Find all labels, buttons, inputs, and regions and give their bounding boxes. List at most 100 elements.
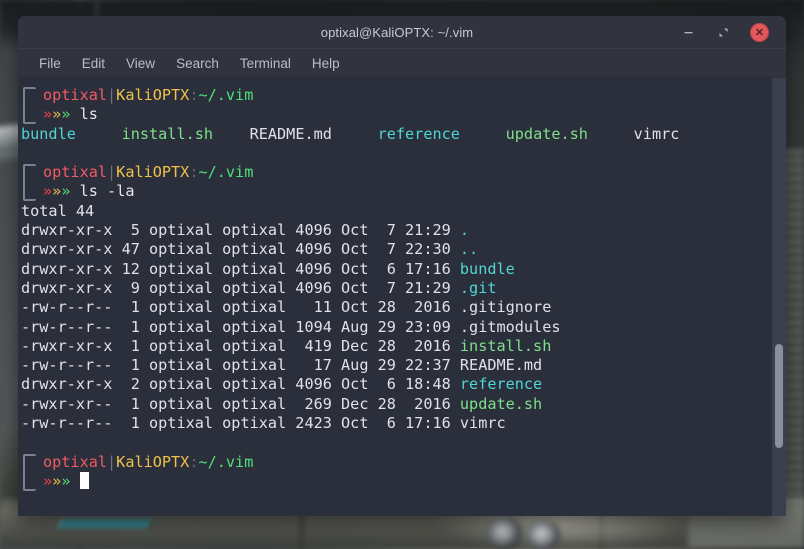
listing-name: README.md <box>459 356 543 375</box>
listing-name: .. <box>459 240 479 259</box>
prompt-line-user-host: optixal|KaliOPTX:~/.vim <box>21 86 772 105</box>
prompt-separator: | <box>107 86 117 104</box>
prompt-separator: | <box>107 452 117 471</box>
window-title: optixal@KaliOPTX: ~/.vim <box>320 24 474 40</box>
listing-name: .git <box>459 278 497 297</box>
listing-meta: drwxr-xr-x 12 optixal optixal 4096 Oct 6… <box>21 259 460 278</box>
menu-item-terminal[interactable]: Terminal <box>231 53 300 74</box>
ls-entry: install.sh <box>121 124 214 143</box>
shell-prompt: optixal|KaliOPTX:~/.vim»»» ls -la <box>21 163 772 202</box>
listing-meta: -rwxr-xr-x 1 optixal optixal 419 Dec 28 … <box>21 336 460 355</box>
table-row: drwxr-xr-x 47 optixal optixal 4096 Oct 7… <box>21 240 772 259</box>
table-row: -rw-r--r-- 1 optixal optixal 2423 Oct 6 … <box>21 414 772 433</box>
table-row: drwxr-xr-x 2 optixal optixal 4096 Oct 6 … <box>21 375 772 394</box>
prompt-host: KaliOPTX <box>116 452 190 471</box>
background-speaker-left <box>486 516 522 549</box>
prompt-path: ~/.vim <box>198 452 254 471</box>
prompt-arrow-2: » <box>52 105 62 124</box>
prompt-arrow-2: » <box>52 182 62 201</box>
listing-meta: -rw-r--r-- 1 optixal optixal 1094 Aug 29… <box>21 317 460 336</box>
ls-output-row: bundle install.sh README.md reference up… <box>21 125 772 144</box>
prompt-line-user-host: optixal|KaliOPTX:~/.vim <box>21 163 772 182</box>
listing-meta: -rw-r--r-- 1 optixal optixal 17 Aug 29 2… <box>21 356 460 375</box>
table-row: -rw-r--r-- 1 optixal optixal 1094 Aug 29… <box>21 318 772 337</box>
ls-entry: vimrc <box>633 124 680 143</box>
prompt-separator: | <box>107 163 117 182</box>
terminal-output[interactable]: optixal|KaliOPTX:~/.vim»»» ls bundle inst… <box>18 78 772 516</box>
menu-bar: File Edit View Search Terminal Help <box>18 49 786 78</box>
prompt-line-input: »»» ls -la <box>21 182 772 201</box>
prompt-host: KaliOPTX <box>116 163 190 182</box>
prompt-user: optixal <box>43 452 108 471</box>
terminal-command: ls -la <box>79 182 135 201</box>
background-speaker-right <box>526 520 560 549</box>
prompt-host: KaliOPTX <box>116 86 190 104</box>
menu-item-help[interactable]: Help <box>303 53 349 74</box>
total-line: total 44 <box>21 202 772 221</box>
table-row: -rw-r--r-- 1 optixal optixal 11 Oct 28 2… <box>21 298 772 317</box>
table-row: drwxr-xr-x 9 optixal optixal 4096 Oct 7 … <box>21 279 772 298</box>
prompt-path: ~/.vim <box>198 86 254 104</box>
menu-item-edit[interactable]: Edit <box>73 53 114 74</box>
listing-name: . <box>459 221 470 240</box>
ls-entry: update.sh <box>505 124 588 143</box>
prompt-path: ~/.vim <box>198 163 254 182</box>
table-row: -rw-r--r-- 1 optixal optixal 17 Aug 29 2… <box>21 356 772 375</box>
prompt-arrow-1: » <box>43 471 53 490</box>
maximize-button[interactable] <box>715 24 732 41</box>
ls-spacer <box>76 125 122 143</box>
window-controls: ✕ <box>680 22 786 42</box>
prompt-arrow-1: » <box>43 105 53 124</box>
prompt-frame-icon <box>23 164 36 202</box>
scrollbar-thumb[interactable] <box>775 344 783 448</box>
ls-spacer <box>588 125 634 143</box>
background-led-strip <box>58 520 152 527</box>
table-row: drwxr-xr-x 12 optixal optixal 4096 Oct 6… <box>21 260 772 279</box>
ls-spacer <box>460 125 506 143</box>
listing-meta: drwxr-xr-x 2 optixal optixal 4096 Oct 6 … <box>21 375 460 394</box>
listing-meta: drwxr-xr-x 9 optixal optixal 4096 Oct 7 … <box>21 278 460 297</box>
terminal-command: ls <box>79 105 98 124</box>
ls-entry: bundle <box>21 124 76 143</box>
prompt-user: optixal <box>43 163 108 182</box>
ls-entry: reference <box>377 124 460 143</box>
prompt-line-user-host: optixal|KaliOPTX:~/.vim <box>21 453 772 472</box>
terminal-cursor <box>79 471 89 489</box>
table-row: -rwxr-xr-x 1 optixal optixal 419 Dec 28 … <box>21 337 772 356</box>
listing-meta: -rwxr-xr-- 1 optixal optixal 269 Dec 28 … <box>21 394 460 413</box>
prompt-arrow-3: » <box>61 182 71 201</box>
title-bar[interactable]: optixal@KaliOPTX: ~/.vim ✕ <box>18 16 786 49</box>
listing-name: vimrc <box>459 414 506 433</box>
shell-prompt: optixal|KaliOPTX:~/.vim»»» ls <box>21 86 772 125</box>
prompt-frame-icon <box>23 453 36 491</box>
terminal-scrollbar[interactable] <box>772 78 786 516</box>
listing-meta: drwxr-xr-x 5 optixal optixal 4096 Oct 7 … <box>21 221 460 240</box>
listing-meta: -rw-r--r-- 1 optixal optixal 11 Oct 28 2… <box>21 298 460 317</box>
prompt-frame-icon <box>23 87 36 124</box>
prompt-user: optixal <box>43 86 108 104</box>
terminal-window: optixal@KaliOPTX: ~/.vim ✕ File Edit Vie… <box>18 16 786 516</box>
ls-spacer <box>213 125 250 143</box>
listing-meta: -rw-r--r-- 1 optixal optixal 2423 Oct 6 … <box>21 414 460 433</box>
listing-name: bundle <box>459 259 515 278</box>
table-row: -rwxr-xr-- 1 optixal optixal 269 Dec 28 … <box>21 395 772 414</box>
listing-meta: drwxr-xr-x 47 optixal optixal 4096 Oct 7… <box>21 240 460 259</box>
minimize-button[interactable] <box>680 24 697 41</box>
prompt-arrow-1: » <box>43 182 53 201</box>
menu-item-search[interactable]: Search <box>167 53 228 74</box>
total-text: total 44 <box>21 201 95 220</box>
prompt-arrow-2: » <box>52 471 62 490</box>
close-button[interactable]: ✕ <box>750 22 769 42</box>
prompt-arrow-3: » <box>61 471 71 490</box>
listing-name: reference <box>459 375 543 394</box>
menu-item-file[interactable]: File <box>30 53 70 74</box>
prompt-line-input: »»» ls <box>21 105 772 124</box>
menu-item-view[interactable]: View <box>117 53 164 74</box>
listing-name: .gitignore <box>459 298 552 317</box>
listing-name: update.sh <box>459 394 543 413</box>
close-icon: ✕ <box>754 26 765 39</box>
prompt-line-input: »»» <box>21 471 772 491</box>
shell-prompt: optixal|KaliOPTX:~/.vim»»» <box>21 453 772 492</box>
